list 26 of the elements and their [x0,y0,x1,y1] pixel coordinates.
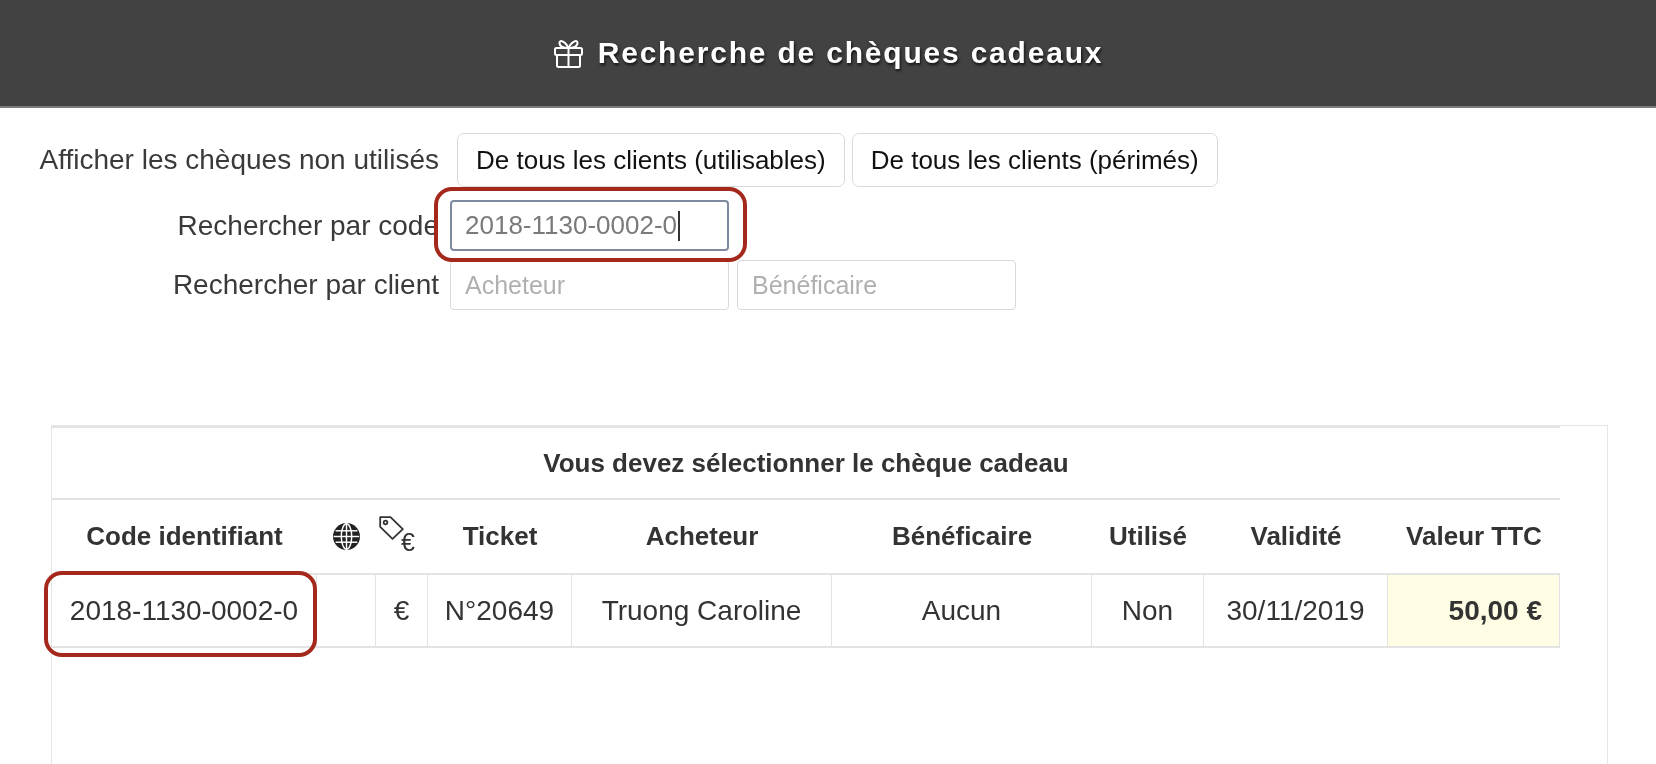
client-search-field[interactable]: Acheteur [450,260,729,310]
column-header: Code identifiant [52,500,317,575]
table-cell: 50,00 € [1388,575,1560,648]
table-title: Vous devez sélectionner le chèque cadeau [543,447,1069,479]
text-cursor-icon [678,210,681,241]
euro-sign: € [401,531,415,553]
table-cell: € [376,575,428,648]
table-cell: Truong Caroline [572,575,832,648]
column-header: Acheteur [572,500,832,575]
column-header: Ticket [428,500,572,575]
table-cell: N°20649 [428,575,572,648]
page-title: Recherche de chèques cadeaux [597,36,1104,70]
filter-button[interactable]: De tous les clients (utilisables) [457,133,845,187]
globe-icon [333,523,360,550]
gift-icon [552,38,584,68]
column-header: Bénéficaire [832,500,1092,575]
column-header: Validité [1204,500,1388,575]
field-label: Rechercher par client [171,269,439,301]
table-cell: Aucun [832,575,1092,648]
filter-button[interactable]: De tous les clients (périmés) [851,133,1218,187]
filter-label: Afficher les chèques non utilisés [38,144,439,176]
client-search-field[interactable]: Bénéficaire [737,260,1016,310]
table-cell: Non [1092,575,1204,648]
column-header: Utilisé [1092,500,1204,575]
table-cell: 2018-1130-0002-0 [52,575,317,648]
code-search-field[interactable]: 2018-1130-0002-0 [450,200,729,251]
